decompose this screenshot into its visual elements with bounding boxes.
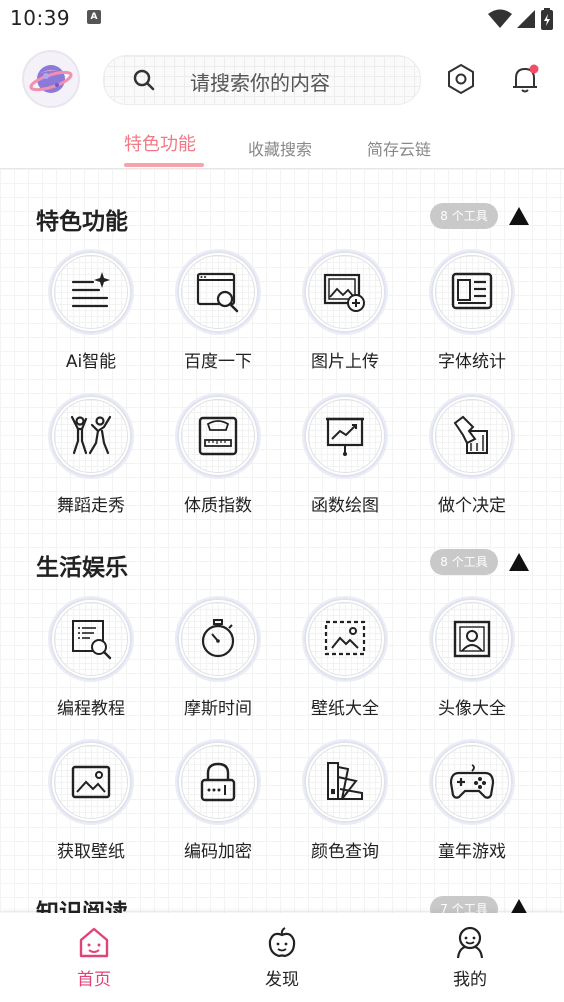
tool-function-plot[interactable]: 函数绘图: [290, 393, 400, 516]
section-title-featured: 特色功能: [36, 209, 128, 235]
tool-label: 体质指数: [184, 496, 252, 516]
wallpaper-frame-icon: [324, 620, 366, 656]
tool-encrypt[interactable]: 编码加密: [163, 739, 273, 862]
tool-label: 做个决定: [438, 496, 506, 516]
tool-stopwatch[interactable]: 摩斯时间: [163, 596, 273, 719]
bell-icon: [513, 64, 539, 93]
nav-profile[interactable]: 我的: [430, 925, 510, 990]
image-upload-icon: [323, 273, 365, 312]
tool-image-upload[interactable]: 图片上传: [290, 249, 400, 372]
search-bar[interactable]: 请搜索你的内容: [103, 55, 421, 105]
document-layout-icon: [451, 272, 493, 310]
tool-label: 函数绘图: [311, 496, 379, 516]
tool-label: 头像大全: [438, 699, 506, 719]
tool-label: 图片上传: [311, 352, 379, 372]
tool-get-wallpaper[interactable]: 获取壁纸: [36, 739, 146, 862]
tab-featured[interactable]: 特色功能: [124, 130, 196, 156]
collapse-triangle-icon[interactable]: [508, 552, 530, 572]
home-icon: [79, 927, 109, 958]
tool-color-lookup[interactable]: 颜色查询: [290, 739, 400, 862]
nav-label: 我的: [453, 970, 487, 990]
tool-label: 字体统计: [438, 352, 506, 372]
tool-ai[interactable]: Ai智能: [36, 249, 146, 372]
ai-sparkle-icon: [71, 272, 110, 308]
section-title-lifestyle: 生活娱乐: [36, 555, 128, 581]
search-placeholder: 请搜索你的内容: [190, 71, 330, 95]
status-indicators: [488, 8, 554, 30]
status-bar: 10:39 A: [0, 0, 564, 38]
battery-icon: [541, 8, 553, 30]
tool-label: 编码加密: [184, 842, 252, 862]
browser-search-icon: [196, 272, 239, 313]
header: 请搜索你的内容: [0, 40, 564, 120]
profile-icon: [456, 926, 484, 959]
tab-favorites[interactable]: 收藏搜索: [248, 136, 312, 160]
tool-decide[interactable]: 做个决定: [417, 393, 527, 516]
tab-indicator: [124, 163, 204, 167]
code-search-icon: [72, 620, 112, 660]
app-notification-icon: A: [87, 10, 101, 24]
wifi-icon: [488, 9, 512, 28]
bottom-nav: 首页 发现 我的: [0, 913, 564, 1002]
tool-label: 摩斯时间: [184, 699, 252, 719]
tool-label: 童年游戏: [438, 842, 506, 862]
tool-label: Ai智能: [65, 352, 117, 372]
dancers-icon: [70, 415, 112, 455]
tool-label: 获取壁纸: [57, 842, 125, 862]
tool-wallpapers[interactable]: 壁纸大全: [290, 596, 400, 719]
tool-count-badge: 8 个工具: [430, 549, 498, 575]
stopwatch-icon: [201, 619, 235, 658]
status-time: 10:39: [10, 6, 71, 30]
nav-label: 首页: [77, 970, 111, 990]
tool-label: 壁纸大全: [311, 699, 379, 719]
hexagon-settings-icon: [448, 63, 474, 95]
cell-signal-icon: [517, 10, 535, 28]
tool-avatars[interactable]: 头像大全: [417, 596, 527, 719]
tool-childhood-games[interactable]: 童年游戏: [417, 739, 527, 862]
tool-count-badge: 7 个工具: [430, 896, 498, 913]
color-swatch-icon: [327, 762, 363, 800]
tool-count-badge: 8 个工具: [430, 203, 498, 229]
tool-bmi[interactable]: 体质指数: [163, 393, 273, 516]
search-icon: [133, 69, 155, 91]
scale-icon: [198, 416, 238, 456]
collapse-triangle-icon[interactable]: [508, 206, 530, 226]
section-title-reading: 知识阅读: [36, 900, 128, 913]
notification-button[interactable]: [506, 60, 544, 98]
tool-list[interactable]: 特色功能 8 个工具 Ai智能 百度一下 图片上传 字体统计 舞蹈走秀 体质指数…: [0, 169, 564, 913]
nav-label: 发现: [265, 970, 299, 990]
top-tabs: 特色功能 收藏搜索 简存云链: [0, 128, 564, 169]
tool-label: 颜色查询: [311, 842, 379, 862]
tool-label: 舞蹈走秀: [57, 496, 125, 516]
portrait-icon: [453, 620, 491, 658]
nav-home[interactable]: 首页: [54, 925, 134, 990]
hand-pointer-icon: [453, 415, 488, 454]
settings-button[interactable]: [442, 60, 480, 98]
apple-icon: [268, 927, 296, 958]
tool-baidu[interactable]: 百度一下: [163, 249, 273, 372]
planet-icon: [29, 65, 73, 93]
tool-font-stats[interactable]: 字体统计: [417, 249, 527, 372]
nav-discover[interactable]: 发现: [242, 925, 322, 990]
chart-presentation-icon: [326, 417, 364, 456]
tool-label: 百度一下: [184, 352, 252, 372]
tool-coding[interactable]: 编程教程: [36, 596, 146, 719]
collapse-triangle-icon[interactable]: [508, 898, 530, 913]
padlock-icon: [200, 762, 236, 802]
tool-label: 编程教程: [57, 699, 125, 719]
tab-cloud-links[interactable]: 简存云链: [367, 136, 431, 160]
gamepad-icon: [449, 764, 495, 799]
planet-avatar[interactable]: [24, 52, 78, 106]
tool-dance[interactable]: 舞蹈走秀: [36, 393, 146, 516]
picture-icon: [71, 765, 111, 799]
